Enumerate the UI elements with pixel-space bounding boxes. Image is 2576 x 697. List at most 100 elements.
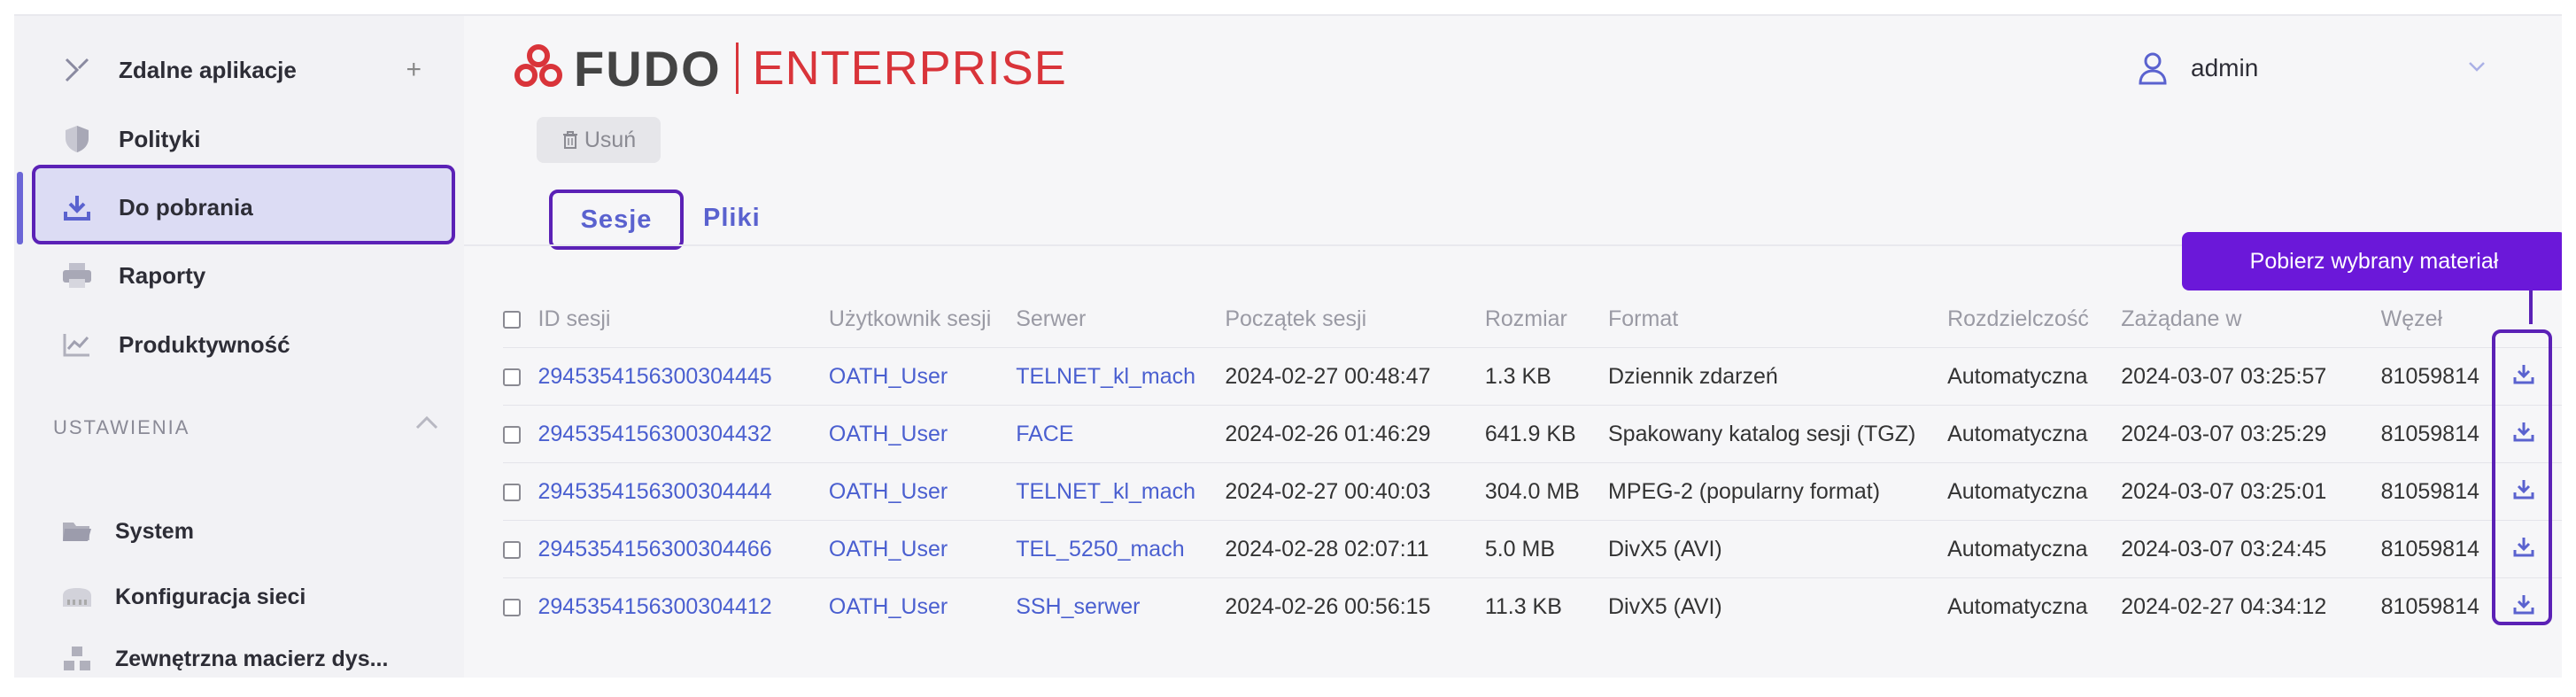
- table-cell[interactable]: SSH_serwer: [1016, 577, 1226, 635]
- sidebar-item-label: Do pobrania: [119, 193, 253, 221]
- table-cell: 641.9 KB: [1484, 405, 1608, 463]
- table-cell[interactable]: FACE: [1016, 405, 1226, 463]
- table-cell: 2024-02-26 00:56:15: [1225, 577, 1485, 635]
- tab-sessions[interactable]: Sesje: [549, 190, 684, 250]
- folder-icon: [60, 515, 94, 548]
- table-cell[interactable]: OATH_User: [828, 347, 1017, 406]
- delete-button-label: Usuń: [584, 127, 637, 152]
- storage-icon: [60, 642, 94, 676]
- app-window: Zdalne aplikacje + Polityki Do pobrania …: [14, 14, 2562, 678]
- table-cell[interactable]: OATH_User: [828, 462, 1017, 521]
- table-cell[interactable]: 2945354156300304432: [538, 405, 829, 463]
- table-cell[interactable]: TEL_5250_mach: [1016, 520, 1226, 578]
- table-cell[interactable]: 2945354156300304445: [538, 347, 829, 406]
- shield-icon: [60, 122, 94, 156]
- download-tooltip: Pobierz wybrany materiał: [2182, 232, 2562, 290]
- table-row[interactable]: 2945354156300304412 OATH_User SSH_serwer 20…: [503, 577, 2562, 635]
- table-cell[interactable]: 2945354156300304466: [538, 520, 829, 578]
- table-cell: 11.3 KB: [1484, 577, 1608, 635]
- row-checkbox[interactable]: [503, 425, 521, 444]
- tab-files[interactable]: Pliki: [703, 204, 761, 233]
- column-header[interactable]: Rozdzielczość: [1947, 290, 2121, 348]
- fudo-logo: FUDO ENTERPRISE: [514, 37, 1067, 99]
- sidebar-item-label: Konfiguracja sieci: [115, 584, 306, 609]
- sidebar-item-downloads[interactable]: Do pobrania: [14, 175, 464, 239]
- row-checkbox[interactable]: [503, 483, 521, 501]
- sidebar-item-external-storage[interactable]: Zewnętrzna macierz dys...: [14, 627, 464, 678]
- table-cell: DivX5 (AVI): [1608, 577, 1948, 635]
- download-icon: [60, 190, 94, 224]
- column-header[interactable]: ID sesji: [538, 290, 829, 348]
- sidebar-item-label: Produktywność: [119, 330, 290, 358]
- sidebar-item-label: Zdalne aplikacje: [119, 56, 297, 83]
- table-cell[interactable]: TELNET_kl_mach: [1016, 347, 1226, 406]
- column-header[interactable]: Rozmiar: [1485, 290, 1608, 348]
- table-cell: 2024-02-26 01:46:29: [1225, 405, 1485, 463]
- table-cell: Spakowany katalog sesji (TGZ): [1608, 405, 1948, 463]
- network-icon: [60, 580, 94, 614]
- table-cell: 2024-02-27 04:34:12: [2121, 577, 2381, 635]
- sidebar-item-reports[interactable]: Raporty: [14, 244, 464, 307]
- table-cell[interactable]: OATH_User: [828, 577, 1017, 635]
- row-checkbox[interactable]: [503, 540, 521, 559]
- download-column-highlight: [2492, 329, 2552, 625]
- table-cell[interactable]: TELNET_kl_mach: [1016, 462, 1226, 521]
- table-cell: 2024-03-07 03:25:29: [2121, 405, 2381, 463]
- sidebar-item-network[interactable]: Konfiguracja sieci: [14, 565, 464, 629]
- table-row[interactable]: 2945354156300304432 OATH_User FACE 2024-02-…: [503, 405, 2562, 463]
- row-checkbox[interactable]: [503, 368, 521, 386]
- sidebar-item-remote-apps[interactable]: Zdalne aplikacje +: [14, 38, 464, 102]
- row-checkbox[interactable]: [503, 598, 521, 616]
- tab-label: Sesje: [580, 205, 653, 234]
- delete-button[interactable]: Usuń: [537, 117, 661, 163]
- table-header: ID sesji Użytkownik sesji Serwer Począte…: [503, 290, 2562, 348]
- column-header[interactable]: Początek sesji: [1225, 290, 1484, 348]
- table-cell: 2024-02-28 02:07:11: [1225, 520, 1485, 578]
- table-cell: 2024-03-07 03:25:57: [2121, 347, 2381, 406]
- main-content: FUDO ENTERPRISE admin Usuń Sesje Pliki P…: [464, 16, 2562, 678]
- printer-icon: [60, 259, 94, 292]
- column-header[interactable]: Serwer: [1016, 290, 1225, 348]
- user-menu[interactable]: admin: [2138, 51, 2258, 85]
- sidebar-item-label: System: [115, 518, 194, 544]
- logo-text-fudo: FUDO: [574, 40, 722, 97]
- table-cell: 2024-03-07 03:24:45: [2121, 520, 2381, 578]
- table-cell: Automatyczna: [1947, 520, 2122, 578]
- table-cell[interactable]: OATH_User: [828, 520, 1017, 578]
- sidebar: Zdalne aplikacje + Polityki Do pobrania …: [14, 16, 464, 678]
- table-cell: 2024-02-27 00:48:47: [1225, 347, 1485, 406]
- table-cell[interactable]: 2945354156300304444: [538, 462, 829, 521]
- table-cell[interactable]: OATH_User: [828, 405, 1017, 463]
- chevron-down-icon[interactable]: [2467, 60, 2487, 77]
- table-cell: Automatyczna: [1947, 462, 2122, 521]
- logo-separator: [735, 43, 739, 94]
- column-header[interactable]: Format: [1608, 290, 1947, 348]
- table-row[interactable]: 2945354156300304444 OATH_User TELNET_kl_ma…: [503, 462, 2562, 521]
- select-all-checkbox[interactable]: [503, 310, 521, 329]
- table-cell: 304.0 MB: [1484, 462, 1608, 521]
- add-remote-app-button[interactable]: +: [406, 55, 422, 85]
- column-header[interactable]: Zażądane w: [2121, 290, 2380, 348]
- logo-text-enterprise: ENTERPRISE: [752, 42, 1067, 95]
- remote-apps-icon: [60, 53, 94, 87]
- sidebar-item-system[interactable]: System: [14, 500, 464, 563]
- table-cell: 1.3 KB: [1484, 347, 1608, 406]
- chevron-up-icon[interactable]: [414, 414, 439, 435]
- user-icon: [2139, 52, 2167, 85]
- table-cell: MPEG-2 (popularny format): [1608, 462, 1948, 521]
- sidebar-item-policies[interactable]: Polityki: [14, 107, 464, 171]
- table-row[interactable]: 2945354156300304445 OATH_User TELNET_kl_ma…: [503, 347, 2562, 406]
- column-header[interactable]: Użytkownik sesji: [829, 290, 1016, 348]
- user-name: admin: [2191, 54, 2259, 81]
- table-cell[interactable]: 2945354156300304412: [538, 577, 829, 635]
- tab-label: Pliki: [703, 204, 761, 232]
- sidebar-item-label: Polityki: [119, 125, 201, 152]
- downloads-table: ID sesji Użytkownik sesji Serwer Począte…: [503, 290, 2562, 635]
- table-cell: Automatyczna: [1947, 577, 2122, 635]
- chart-icon: [60, 328, 94, 361]
- table-cell: Automatyczna: [1947, 405, 2122, 463]
- table-row[interactable]: 2945354156300304466 OATH_User TEL_5250_mac…: [503, 520, 2562, 578]
- fudo-logo-icon: [514, 44, 562, 87]
- table-cell: Dziennik zdarzeń: [1608, 347, 1948, 406]
- sidebar-item-productivity[interactable]: Produktywność: [14, 313, 464, 376]
